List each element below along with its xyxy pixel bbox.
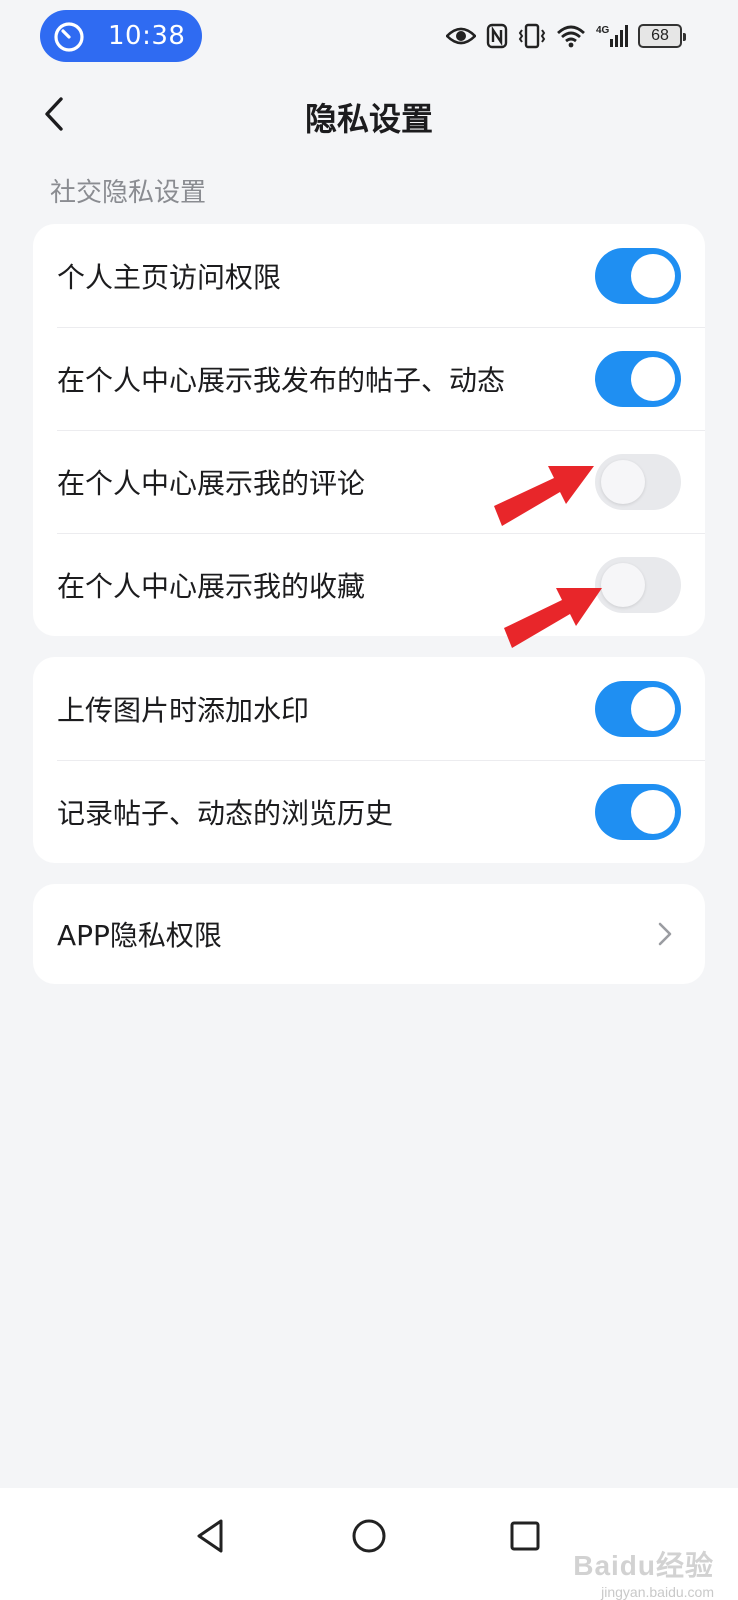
toggle-switch[interactable] xyxy=(595,247,681,304)
watermark-logo: Baidu经验 xyxy=(573,1550,714,1581)
content-settings-card: 上传图片时添加水印 记录帖子、动态的浏览历史 xyxy=(33,657,705,863)
svg-text:4G: 4G xyxy=(596,25,610,36)
signal-4g-icon: 4G xyxy=(596,23,628,49)
setting-label: 在个人中心展示我的收藏 xyxy=(57,569,366,603)
recents-square-icon xyxy=(509,1520,541,1556)
toggle-knob xyxy=(631,356,675,401)
watermark-url: jingyan.baidu.com xyxy=(601,1584,714,1600)
toggle-switch[interactable] xyxy=(595,680,681,737)
page-title: 隐私设置 xyxy=(304,100,433,138)
nfc-icon xyxy=(486,23,508,49)
setting-label: 在个人中心展示我发布的帖子、动态 xyxy=(57,363,506,397)
setting-row-app-permissions[interactable]: APP隐私权限 xyxy=(33,884,705,984)
eye-icon xyxy=(446,26,476,46)
system-recents-button[interactable] xyxy=(495,1508,555,1568)
setting-label: APP隐私权限 xyxy=(57,919,222,952)
vibrate-icon xyxy=(518,23,546,49)
status-icons: 4G 68 xyxy=(446,18,686,54)
annotation-arrow-icon xyxy=(504,588,602,648)
system-home-button[interactable] xyxy=(339,1508,399,1568)
app-permissions-card: APP隐私权限 xyxy=(33,884,705,984)
toggle-knob xyxy=(631,686,675,731)
setting-row-watermark[interactable]: 上传图片时添加水印 xyxy=(33,657,705,760)
status-bar: 10:38 4G 68 xyxy=(0,0,738,72)
setting-label: 上传图片时添加水印 xyxy=(57,693,310,727)
setting-label: 记录帖子、动态的浏览历史 xyxy=(57,796,394,830)
section-label: 社交隐私设置 xyxy=(50,178,207,208)
home-circle-icon xyxy=(351,1518,387,1558)
annotation-arrow-icon xyxy=(494,466,594,526)
social-privacy-card: 个人主页访问权限 在个人中心展示我发布的帖子、动态 在个人中心展示我的评论 在个… xyxy=(33,224,705,636)
clock-time: 10:38 xyxy=(108,21,186,51)
toggle-switch[interactable] xyxy=(595,453,681,510)
timer-icon xyxy=(52,19,86,53)
toggle-knob xyxy=(631,789,675,834)
toggle-knob xyxy=(631,253,675,298)
system-back-button[interactable] xyxy=(180,1508,240,1568)
system-nav-bar: Baidu经验 jingyan.baidu.com xyxy=(0,1488,738,1600)
baidu-watermark: Baidu经验 jingyan.baidu.com xyxy=(573,1544,714,1600)
setting-row-show-comments[interactable]: 在个人中心展示我的评论 xyxy=(33,430,705,533)
toggle-switch[interactable] xyxy=(595,783,681,840)
setting-label: 在个人中心展示我的评论 xyxy=(57,466,366,500)
toggle-knob xyxy=(601,459,645,504)
back-triangle-icon xyxy=(193,1517,227,1559)
setting-row-homepage-access[interactable]: 个人主页访问权限 xyxy=(33,224,705,327)
battery-icon: 68 xyxy=(638,24,686,48)
nav-header: 隐私设置 xyxy=(0,80,738,152)
time-pill[interactable]: 10:38 xyxy=(40,10,202,62)
wifi-icon xyxy=(556,24,586,48)
setting-row-show-posts[interactable]: 在个人中心展示我发布的帖子、动态 xyxy=(33,327,705,430)
toggle-switch[interactable] xyxy=(595,350,681,407)
setting-row-browse-history[interactable]: 记录帖子、动态的浏览历史 xyxy=(33,760,705,863)
chevron-right-icon xyxy=(655,920,675,948)
setting-label: 个人主页访问权限 xyxy=(57,260,282,294)
